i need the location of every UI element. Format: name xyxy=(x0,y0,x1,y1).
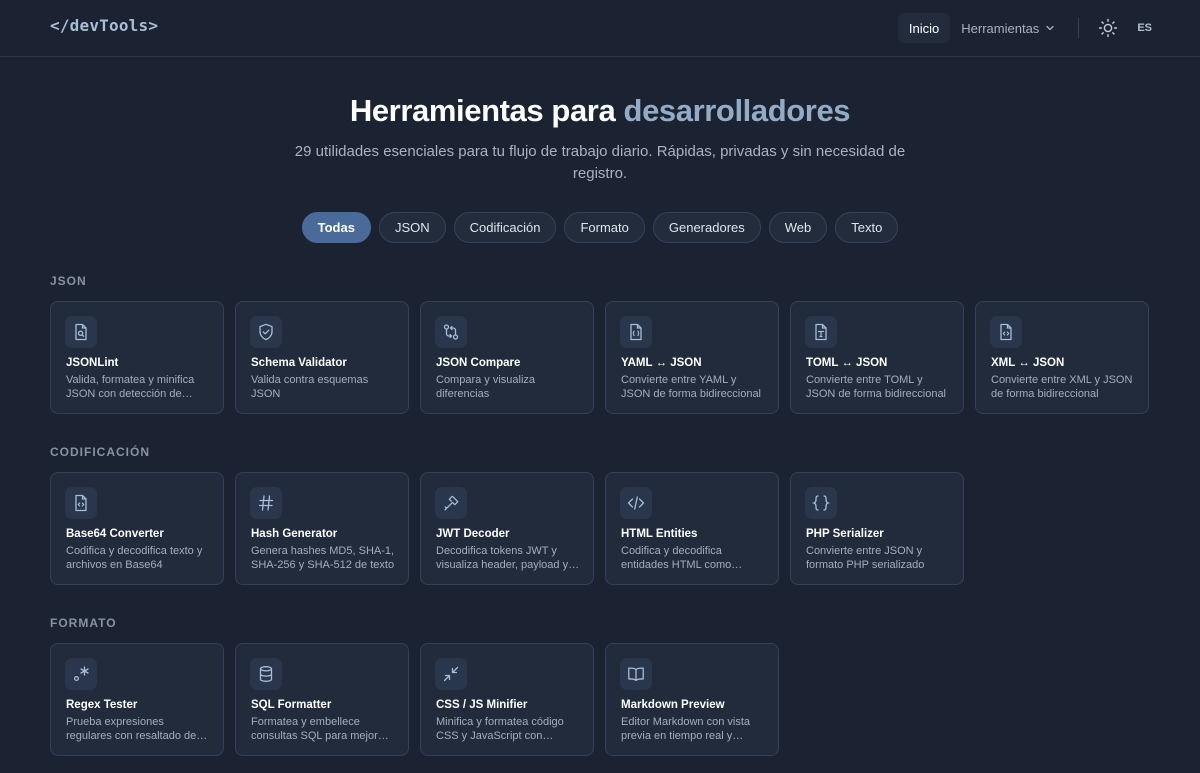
tool-card[interactable]: TOML ↔ JSON Convierte entre TOML y JSON d… xyxy=(790,301,964,414)
tool-card-title: XML ↔ JSON xyxy=(991,357,1065,369)
filter-pill[interactable]: Web xyxy=(768,212,828,243)
tool-card[interactable]: Hash Generator Genera hashes MD5, SHA-1, … xyxy=(235,472,409,585)
tool-card-title: YAML ↔ JSON xyxy=(621,357,702,369)
tool-card-title: Base64 Converter xyxy=(66,528,164,540)
shield-check-icon xyxy=(250,316,282,348)
file-code-icon xyxy=(990,316,1022,348)
nav-home-link[interactable]: Inicio xyxy=(897,13,951,43)
tool-card-description: Convierte entre YAML y JSON de forma bid… xyxy=(621,374,762,400)
book-open-icon xyxy=(620,658,652,690)
tool-card-title: HTML Entities xyxy=(621,528,698,540)
page-title: Herramientas para desarrolladores xyxy=(0,93,1200,129)
filter-pill[interactable]: Codificación xyxy=(453,212,557,243)
chevron-down-icon xyxy=(1046,25,1054,31)
tool-card-description: Codifica y decodifica texto y archivos e… xyxy=(66,545,203,571)
tool-card-description: Compara y visualiza diferencias xyxy=(436,374,536,400)
tool-card-title: Regex Tester xyxy=(66,699,138,711)
filter-pill[interactable]: Todas xyxy=(301,212,371,243)
filter-pill[interactable]: JSON xyxy=(378,212,446,243)
tool-card-description: Prueba expresiones regulares con resalta… xyxy=(66,716,197,742)
sun-icon xyxy=(1099,18,1118,38)
filter-pill[interactable]: Texto xyxy=(835,212,899,243)
tool-card[interactable]: HTML Entities Codifica y decodifica entid… xyxy=(605,472,779,585)
file-search-icon xyxy=(65,316,97,348)
tool-card[interactable]: JSON Compare Compara y visualiza diferenc… xyxy=(420,301,594,414)
tool-card[interactable]: Regex Tester Prueba expresiones regulares… xyxy=(50,643,224,756)
git-compare-icon xyxy=(435,316,467,348)
tool-card[interactable]: Base64 Converter Codifica y decodifica te… xyxy=(50,472,224,585)
nav-tools-label: Herramientas xyxy=(961,20,1040,36)
tool-card[interactable]: JSONLint Valida, formatea y minifica JSON… xyxy=(50,301,224,414)
site-logo[interactable]: </devTools> xyxy=(50,16,158,35)
page-subtitle: 29 utilidades esenciales para tu flujo d… xyxy=(294,143,906,182)
tool-card-description: Codifica y decodifica entidades HTML com… xyxy=(621,545,732,571)
braces-icon xyxy=(805,487,837,519)
category-filters: Todas JSON Codificación Formato Generadores W… xyxy=(0,212,1200,243)
regex-icon xyxy=(65,658,97,690)
main-nav: Inicio Herramientas ES xyxy=(897,12,1152,44)
tool-grid: Base64 Converter Codifica y decodifica te… xyxy=(50,472,964,585)
tool-card-title: JSON Compare xyxy=(436,357,521,369)
tool-card-description: Formatea y embellece consultas SQL para … xyxy=(251,716,378,742)
section-heading: CODIFICACIÓN xyxy=(50,445,150,459)
tool-card-description: Convierte entre TOML y JSON de forma bid… xyxy=(806,374,947,400)
tool-card-title: Hash Generator xyxy=(251,528,338,540)
tool-card-description: Editor Markdown con vista previa en tiem… xyxy=(621,716,750,742)
tool-grid: JSONLint Valida, formatea y minifica JSON… xyxy=(50,301,1149,414)
tool-card[interactable]: SQL Formatter Formatea y embellece consul… xyxy=(235,643,409,756)
tool-card-description: Minifica y formatea código CSS y JavaScr… xyxy=(436,716,564,742)
tool-card-description: Genera hashes MD5, SHA-1, SHA-256 y SHA-… xyxy=(251,545,395,571)
page-title-main: Herramientas para xyxy=(349,93,624,128)
filter-pill[interactable]: Formato xyxy=(564,212,645,243)
tool-card[interactable]: Schema Validator Valida contra esquemas J… xyxy=(235,301,409,414)
section-heading: JSON xyxy=(50,274,87,288)
tool-card-description: Decodifica tokens JWT y visualiza header… xyxy=(436,545,569,571)
tool-card-title: TOML ↔ JSON xyxy=(806,357,888,369)
tool-card-description: Valida contra esquemas JSON xyxy=(251,374,369,400)
database-icon xyxy=(250,658,282,690)
tool-card-title: JSONLint xyxy=(66,357,119,369)
tool-card[interactable]: CSS / JS Minifier Minifica y formatea cód… xyxy=(420,643,594,756)
nav-tools-dropdown[interactable]: Herramientas xyxy=(950,13,1066,43)
tool-card-title: Schema Validator xyxy=(251,357,347,369)
tool-card[interactable]: JWT Decoder Decodifica tokens JWT y visua… xyxy=(420,472,594,585)
tool-card-title: CSS / JS Minifier xyxy=(436,699,528,711)
file-json-icon xyxy=(620,316,652,348)
theme-toggle-button[interactable] xyxy=(1093,13,1123,43)
tool-card[interactable]: XML ↔ JSON Convierte entre XML y JSON de … xyxy=(975,301,1149,414)
minimize-icon xyxy=(435,658,467,690)
key-icon xyxy=(435,487,467,519)
tool-grid: Regex Tester Prueba expresiones regulares… xyxy=(50,643,779,756)
section-heading: FORMATO xyxy=(50,616,117,630)
page-title-accent: desarrolladores xyxy=(623,93,851,128)
top-navbar: </devTools> Inicio Herramientas ES xyxy=(0,0,1200,57)
nav-divider xyxy=(1078,18,1080,38)
tool-card-description: Valida, formatea y minifica JSON con det… xyxy=(66,374,195,400)
language-selector[interactable]: ES xyxy=(1137,22,1152,34)
hash-icon xyxy=(250,487,282,519)
tool-card-title: JWT Decoder xyxy=(436,528,510,540)
filter-pill[interactable]: Generadores xyxy=(652,212,761,243)
tool-card-title: PHP Serializer xyxy=(806,528,884,540)
tool-card[interactable]: PHP Serializer Convierte entre JSON y for… xyxy=(790,472,964,585)
code-icon xyxy=(620,487,652,519)
tool-card[interactable]: Markdown Preview Editor Markdown con vist… xyxy=(605,643,779,756)
tool-card[interactable]: YAML ↔ JSON Convierte entre YAML y JSON d… xyxy=(605,301,779,414)
tool-card-title: Markdown Preview xyxy=(621,699,725,711)
file-code-icon xyxy=(65,487,97,519)
tool-card-description: Convierte entre XML y JSON de forma bidi… xyxy=(991,374,1133,400)
file-type-icon xyxy=(805,316,837,348)
tool-card-title: SQL Formatter xyxy=(251,699,332,711)
tool-card-description: Convierte entre JSON y formato PHP seria… xyxy=(806,545,925,571)
